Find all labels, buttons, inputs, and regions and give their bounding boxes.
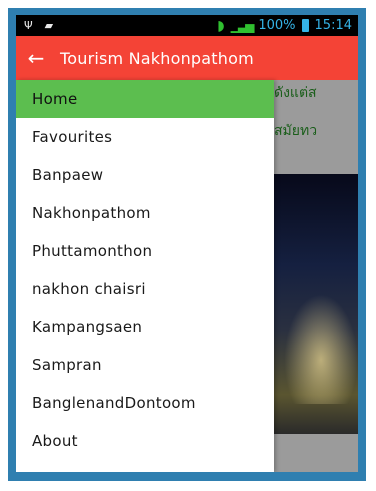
drawer-item-label: Kampangsaen [32, 318, 143, 336]
battery-icon [301, 19, 309, 32]
city-night-photo [274, 174, 358, 434]
drawer-item-sampran[interactable]: Sampran [16, 346, 274, 384]
content-text-line-2: สมัยทว [274, 123, 318, 139]
drawer-item-banglenanddontoom[interactable]: BanglenandDontoom [16, 384, 274, 422]
drawer-item-label: Nakhonpathom [32, 204, 151, 222]
drawer-item-kampangsaen[interactable]: Kampangsaen [16, 308, 274, 346]
signal-icon: ▁▃▅ [230, 18, 255, 33]
notification-icon: ▰ [44, 19, 54, 32]
drawer-item-label: Sampran [32, 356, 102, 374]
drawer-item-nakhonpathom[interactable]: Nakhonpathom [16, 194, 274, 232]
drawer-item-home[interactable]: Home [16, 80, 274, 118]
usb-icon: Ψ [24, 19, 33, 32]
drawer-item-banpaew[interactable]: Banpaew [16, 156, 274, 194]
content-text-line-1: ดังแต่ส [274, 85, 317, 101]
back-arrow-icon[interactable]: ← [16, 46, 56, 70]
drawer-item-label: Phuttamonthon [32, 242, 153, 260]
drawer-item-nakhon-chaisri[interactable]: nakhon chaisri [16, 270, 274, 308]
drawer-item-label: Banpaew [32, 166, 104, 184]
phone-screen: Ψ ▰ ◗ ▁▃▅ 100% 15:14 ← Tourism Nakhonpat… [16, 15, 358, 472]
drawer-item-label: nakhon chaisri [32, 280, 146, 298]
navigation-drawer: Home Favourites Banpaew Nakhonpathom Phu… [16, 80, 274, 472]
drawer-item-label: Home [32, 90, 78, 108]
drawer-item-about[interactable]: About [16, 422, 274, 460]
toolbar-title: Tourism Nakhonpathom [60, 48, 254, 68]
drawer-item-label: About [32, 432, 78, 450]
drawer-item-label: BanglenandDontoom [32, 394, 196, 412]
app-toolbar: ← Tourism Nakhonpathom [16, 36, 358, 80]
city-lights [284, 294, 358, 404]
drawer-item-phuttamonthon[interactable]: Phuttamonthon [16, 232, 274, 270]
status-bar: Ψ ▰ ◗ ▁▃▅ 100% 15:14 [16, 15, 358, 36]
status-left: Ψ ▰ [16, 19, 53, 32]
drawer-item-label: Favourites [32, 128, 113, 146]
battery-percent: 100% [258, 18, 296, 33]
drawer-item-favourites[interactable]: Favourites [16, 118, 274, 156]
status-right: ◗ ▁▃▅ 100% 15:14 [217, 18, 358, 34]
wifi-icon: ◗ [217, 17, 225, 34]
clock: 15:14 [314, 18, 352, 33]
screenshot-frame: Ψ ▰ ◗ ▁▃▅ 100% 15:14 ← Tourism Nakhonpat… [8, 8, 366, 481]
